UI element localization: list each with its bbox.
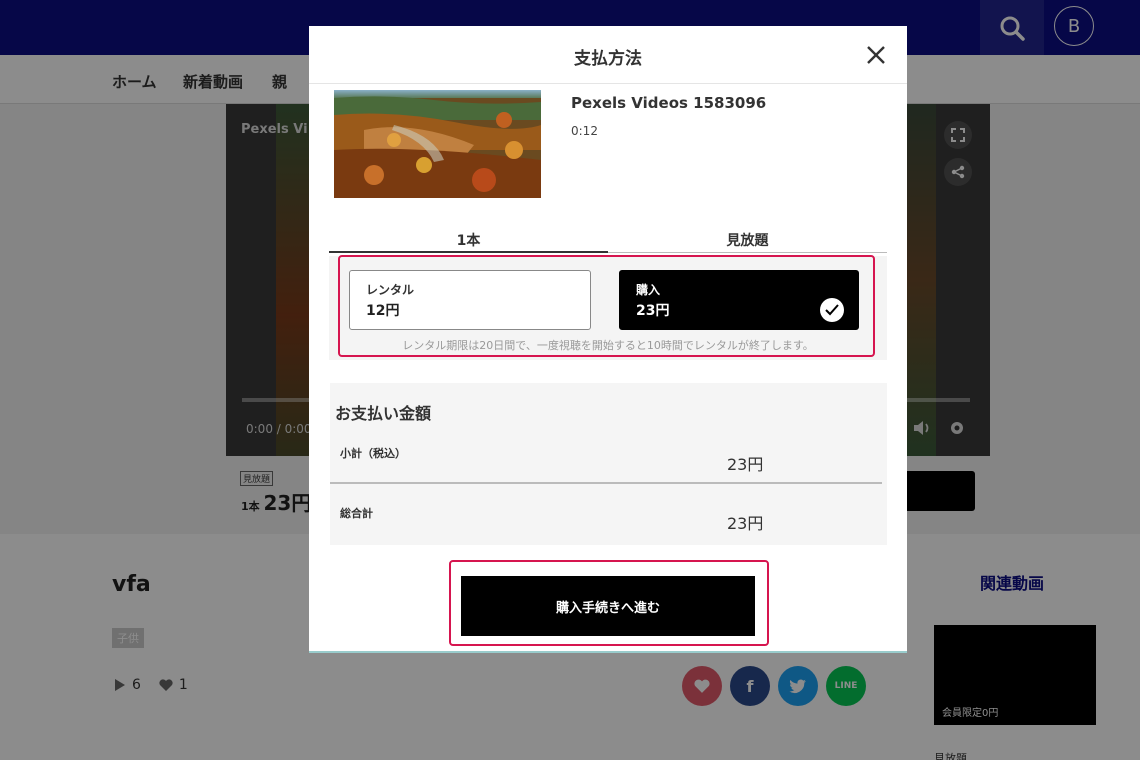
subtotal-label: 小計（税込）	[340, 447, 406, 460]
modal-title: 支払方法	[574, 49, 642, 69]
payment-summary: お支払い金額 小計（税込） 23円 総合計 23円	[330, 383, 887, 545]
modal-video-duration: 0:12	[571, 124, 598, 138]
total-label: 総合計	[340, 507, 373, 520]
close-icon	[867, 46, 885, 64]
tab-single[interactable]: 1本	[329, 226, 608, 253]
summary-title: お支払い金額	[335, 404, 432, 423]
tab-unlimited[interactable]: 見放題	[608, 226, 887, 253]
payment-modal: 支払方法 Pexels Videos 1583096 0:12 1本 見放題 レ	[309, 26, 907, 653]
summary-divider	[330, 482, 882, 484]
subtotal-value: 23円	[727, 455, 764, 474]
plan-highlight-box	[338, 255, 875, 357]
video-thumbnail	[334, 90, 541, 198]
modal-header: 支払方法	[309, 26, 907, 84]
proceed-to-purchase-button[interactable]: 購入手続きへ進む	[461, 576, 755, 636]
modal-video-title: Pexels Videos 1583096	[571, 94, 767, 112]
plan-tabs: 1本 見放題	[329, 226, 887, 253]
close-button[interactable]	[865, 44, 887, 66]
total-value: 23円	[727, 514, 764, 533]
